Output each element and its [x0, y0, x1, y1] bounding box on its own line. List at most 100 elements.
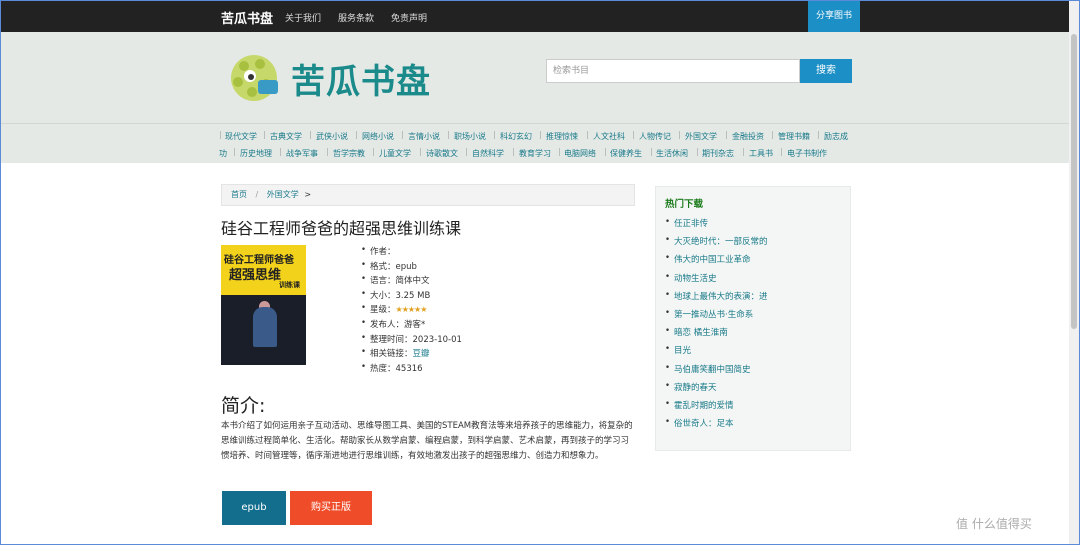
category-management[interactable]: 管理书籍 [778, 131, 810, 142]
info-size: 大小：3.25 MB [361, 289, 462, 304]
category-poetry[interactable]: 诗歌散文 [426, 148, 458, 159]
category-science[interactable]: 自然科学 [472, 148, 504, 159]
category-separator: | [725, 130, 728, 139]
category-separator: | [447, 130, 450, 139]
info-hot: 热度：45316 [361, 362, 462, 377]
category-separator: | [780, 147, 783, 156]
nav-link-terms[interactable]: 服务条款 [338, 11, 374, 24]
hot-item[interactable]: 目光 [665, 344, 768, 362]
category-thriller[interactable]: 推理惊悚 [546, 131, 578, 142]
category-foreign[interactable]: 外国文学 [685, 131, 717, 142]
category-separator: | [279, 147, 282, 156]
watermark-logo: 值 什么值得买 [956, 517, 1032, 531]
hot-downloads-list: 任正非传 大灭绝时代：一部反常的 伟大的中国工业革命 动物生活史 地球上最伟大的… [665, 217, 768, 435]
hot-item[interactable]: 动物生活史 [665, 272, 768, 290]
category-wuxia[interactable]: 武侠小说 [316, 131, 348, 142]
category-leisure[interactable]: 生活休闲 [656, 148, 688, 159]
breadcrumb-category[interactable]: 外国文学 [267, 190, 299, 199]
info-rating: 星级：★★★★★ [361, 303, 462, 318]
intro-heading: 简介: [221, 395, 266, 417]
nav-link-disclaimer[interactable]: 免责声明 [391, 11, 427, 24]
category-health[interactable]: 保健养生 [610, 148, 642, 159]
category-biography[interactable]: 人物传记 [639, 131, 671, 142]
epub-download-button[interactable]: epub [222, 491, 286, 525]
hot-item[interactable]: 第一推动丛书·生命系 [665, 308, 768, 326]
category-separator: | [539, 130, 542, 139]
category-military[interactable]: 战争军事 [286, 148, 318, 159]
info-uploader: 发布人：游客* [361, 318, 462, 333]
breadcrumb-tail: > [304, 190, 312, 199]
category-classical[interactable]: 古典文学 [270, 131, 302, 142]
category-finance[interactable]: 金融投资 [732, 131, 764, 142]
hot-item[interactable]: 寂静的春天 [665, 381, 768, 399]
category-separator: | [632, 130, 635, 139]
category-romance[interactable]: 言情小说 [408, 131, 440, 142]
breadcrumb-separator: / [255, 190, 259, 199]
douban-link[interactable]: 豆瓣 [413, 349, 430, 359]
category-reference[interactable]: 工具书 [749, 148, 773, 159]
category-separator: | [678, 130, 681, 139]
category-philosophy[interactable]: 哲学宗教 [333, 148, 365, 159]
category-modern[interactable]: 现代文学 [225, 131, 257, 142]
search-button[interactable]: 搜索 [800, 59, 852, 83]
category-education[interactable]: 教育学习 [519, 148, 551, 159]
category-ebook-making[interactable]: 电子书制作 [787, 148, 827, 159]
category-separator: | [696, 147, 699, 156]
vertical-scrollbar[interactable] [1069, 1, 1079, 544]
category-separator: | [326, 147, 329, 156]
hot-item[interactable]: 任正非传 [665, 217, 768, 235]
search-input[interactable]: 检索书目 [546, 59, 800, 83]
category-magazine[interactable]: 期刊杂志 [702, 148, 734, 159]
category-separator: | [771, 130, 774, 139]
hot-item[interactable]: 暗恋 橘生淮南 [665, 326, 768, 344]
hot-item[interactable]: 地球上最伟大的表演：进 [665, 290, 768, 308]
breadcrumb-home[interactable]: 首页 [231, 190, 247, 199]
info-time: 整理时间：2023-10-01 [361, 333, 462, 348]
hot-item[interactable]: 俗世奇人：足本 [665, 417, 768, 435]
category-separator: | [558, 147, 561, 156]
category-self-help-cont[interactable]: 功 [219, 148, 227, 159]
hot-item[interactable]: 霍乱时期的爱情 [665, 399, 768, 417]
category-separator: | [263, 130, 266, 139]
hot-item[interactable]: 大灭绝时代：一部反常的 [665, 235, 768, 253]
brand-link[interactable]: 苦瓜书盘 [221, 8, 273, 27]
link-label: 相关链接： [370, 349, 413, 360]
category-workplace[interactable]: 职场小说 [454, 131, 486, 142]
book-info-list: 作者： 格式：epub 语言：简体中文 大小：3.25 MB 星级：★★★★★ … [361, 245, 462, 376]
category-self-help[interactable]: 励志成 [824, 131, 848, 142]
hot-item[interactable]: 马伯庸笑翻中国简史 [665, 363, 768, 381]
category-scifi[interactable]: 科幻玄幻 [500, 131, 532, 142]
book-title: 硅谷工程师爸爸的超强思维训练课 [221, 219, 462, 238]
info-link: 相关链接：豆瓣 [361, 347, 462, 362]
category-separator: | [586, 130, 589, 139]
category-separator: | [219, 130, 222, 139]
hot-item[interactable]: 伟大的中国工业革命 [665, 253, 768, 271]
site-header: 苦瓜书盘 检索书目 搜索 [1, 32, 1079, 123]
category-humanities[interactable]: 人文社科 [593, 131, 625, 142]
cover-title-line2: 超强思维 [229, 268, 282, 283]
category-separator: | [742, 147, 745, 156]
book-cover-image[interactable]: 硅谷工程师爸爸 超强思维 训练课 [221, 245, 306, 365]
share-book-button[interactable]: 分享图书 [808, 1, 860, 32]
rating-label: 星级： [370, 305, 396, 316]
category-history[interactable]: 历史地理 [240, 148, 272, 159]
category-web-novel[interactable]: 网络小说 [362, 131, 394, 142]
info-language: 语言：简体中文 [361, 274, 462, 289]
category-separator: | [355, 130, 358, 139]
category-separator: | [372, 147, 375, 156]
scrollbar-thumb[interactable] [1071, 34, 1077, 329]
category-children[interactable]: 儿童文学 [379, 148, 411, 159]
category-separator: | [309, 130, 312, 139]
info-author: 作者： [361, 245, 462, 260]
category-bar: | 现代文学 | 古典文学 | 武侠小说 | 网络小说 | 言情小说 | 职场小… [1, 123, 1079, 163]
nav-link-about[interactable]: 关于我们 [285, 11, 321, 24]
category-computer[interactable]: 电脑网络 [564, 148, 596, 159]
category-separator: | [419, 147, 422, 156]
logo-text: 苦瓜书盘 [291, 62, 431, 102]
category-separator: | [493, 130, 496, 139]
category-separator: | [401, 130, 404, 139]
hot-downloads-panel: 热门下载 任正非传 大灭绝时代：一部反常的 伟大的中国工业革命 动物生活史 地球… [655, 186, 851, 451]
rating-stars-icon: ★★★★★ [395, 305, 428, 315]
cover-person-figure [253, 307, 277, 347]
buy-official-button[interactable]: 购买正版 [290, 491, 372, 525]
